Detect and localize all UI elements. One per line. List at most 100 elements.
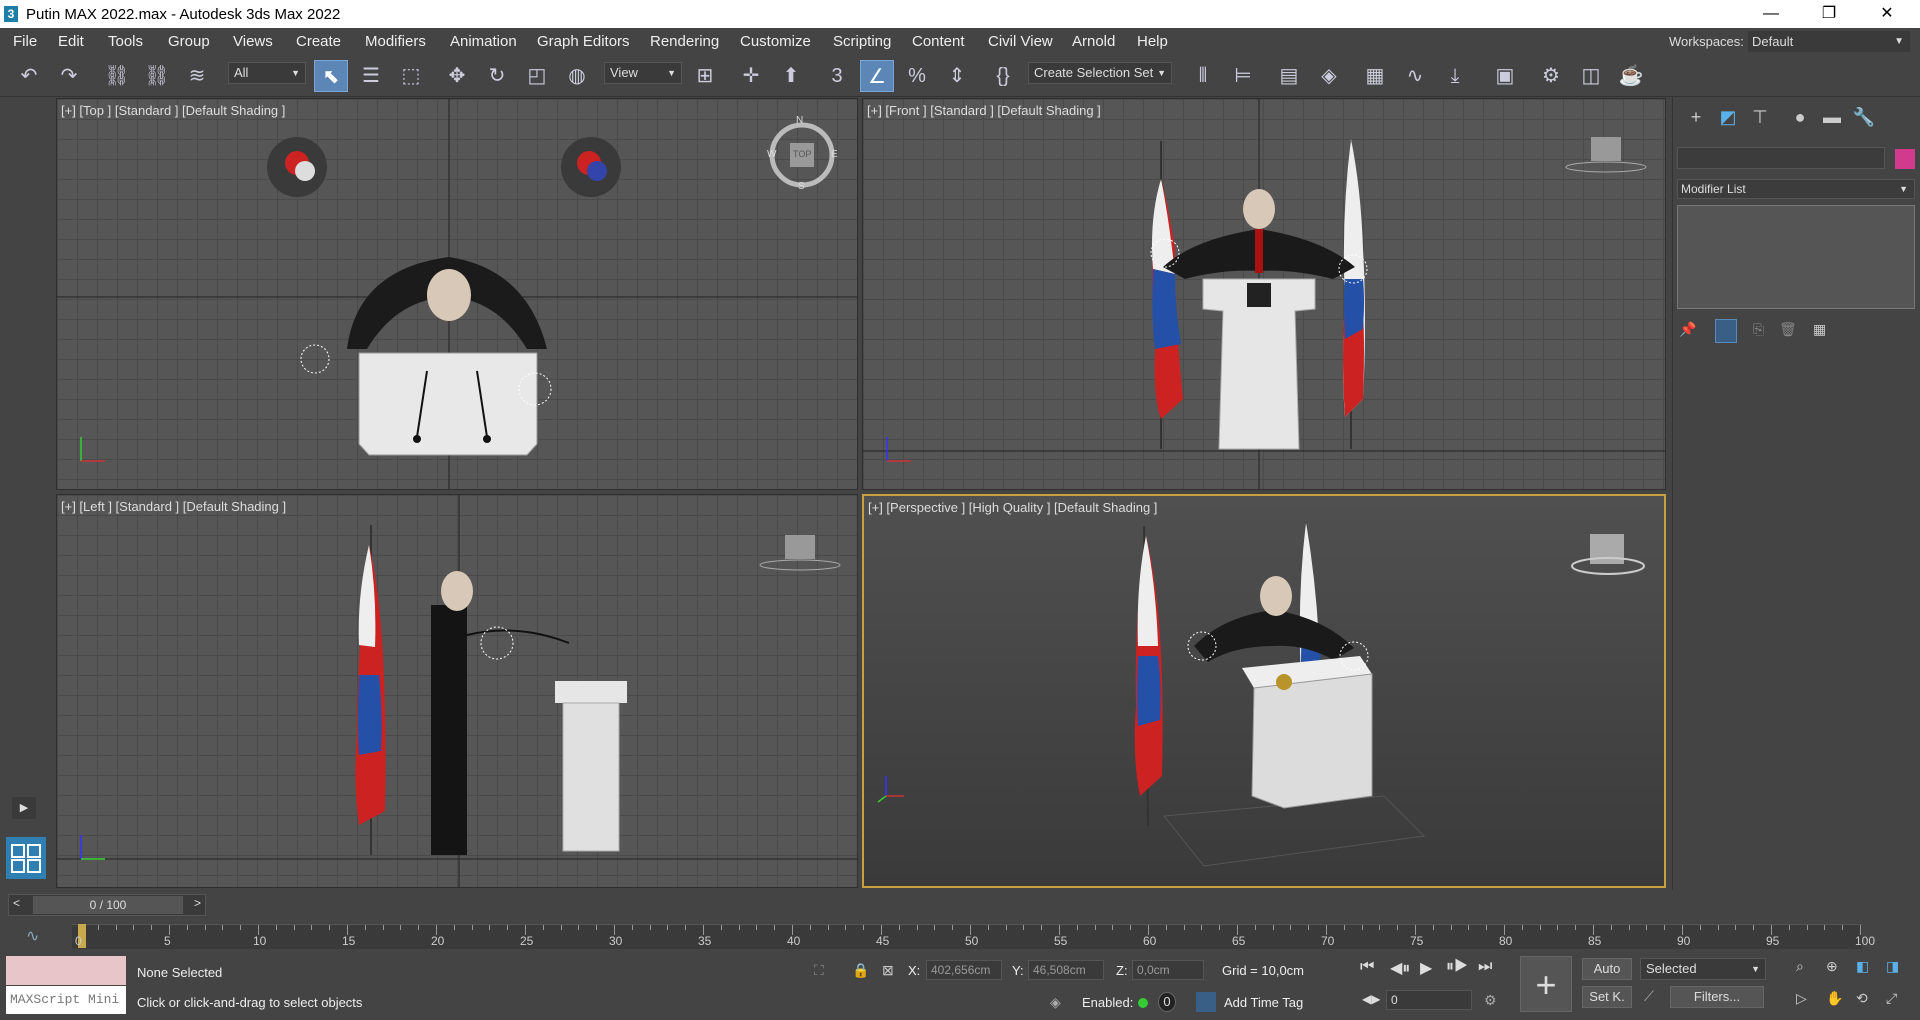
select-object-icon[interactable]: ⬉: [314, 60, 348, 92]
named-selection-set-dropdown[interactable]: Create Selection Set ▼: [1028, 62, 1172, 84]
viewport-label-top[interactable]: [+] [Top ] [Standard ] [Default Shading …: [61, 103, 285, 118]
undo-icon[interactable]: ↶: [12, 60, 46, 92]
menu-graph-editors[interactable]: Graph Editors: [537, 33, 630, 50]
next-frame-button[interactable]: >: [194, 896, 201, 910]
orbit-icon[interactable]: ⟲: [1856, 990, 1868, 1007]
current-frame-field[interactable]: 0: [1386, 990, 1472, 1010]
modifier-stack[interactable]: [1677, 205, 1915, 309]
previous-frame-icon[interactable]: ◀⏸: [1390, 958, 1410, 978]
link-icon[interactable]: ⛓: [100, 60, 134, 92]
set-key-icon[interactable]: +: [1520, 956, 1572, 1012]
zoom-extents-all-icon[interactable]: ◨: [1886, 958, 1899, 975]
menu-modifiers[interactable]: Modifiers: [365, 33, 426, 50]
isolate-selection-icon[interactable]: ⛶: [814, 962, 824, 979]
scale-icon[interactable]: ◰: [520, 60, 554, 92]
curve-editor-icon[interactable]: ∿: [1398, 60, 1432, 92]
modify-tab-icon[interactable]: ◩: [1713, 107, 1743, 133]
dope-sheet-icon[interactable]: ⤓: [1438, 60, 1472, 92]
zoom-icon[interactable]: ⌕: [1796, 958, 1804, 975]
ribbon-toggle-icon[interactable]: ▦: [1358, 60, 1392, 92]
motion-tab-icon[interactable]: ●: [1785, 107, 1815, 133]
absolute-mode-icon[interactable]: ⊠: [882, 962, 894, 979]
time-configuration-icon[interactable]: ⚙: [1484, 992, 1497, 1009]
maxscript-mini-input[interactable]: MAXScript Mini: [6, 986, 126, 1014]
viewport-label-front[interactable]: [+] [Front ] [Standard ] [Default Shadin…: [867, 103, 1101, 118]
render-production-icon[interactable]: ☕: [1614, 60, 1648, 92]
configure-modifier-sets-icon[interactable]: ▦: [1813, 321, 1826, 338]
spinner-snap-icon[interactable]: ⇕: [940, 60, 974, 92]
place-icon[interactable]: ◍: [560, 60, 594, 92]
zoom-all-icon[interactable]: ⊕: [1826, 958, 1838, 975]
redo-icon[interactable]: ↷: [52, 60, 86, 92]
key-mode-icon[interactable]: ◀▶: [1362, 992, 1380, 1006]
layer-explorer-icon[interactable]: ◈: [1312, 60, 1346, 92]
key-filter-dropdown[interactable]: Selected ▼: [1640, 958, 1766, 980]
viewport-perspective[interactable]: [+] [Perspective ] [High Quality ] [Defa…: [862, 494, 1666, 888]
material-editor-icon[interactable]: ▣: [1488, 60, 1522, 92]
z-coordinate-field[interactable]: 0,0cm: [1132, 960, 1204, 980]
viewport-layout-icon[interactable]: [6, 837, 46, 879]
angle-snap-icon[interactable]: ∠: [860, 60, 894, 92]
y-coordinate-field[interactable]: 46,508cm: [1028, 960, 1104, 980]
menu-arnold[interactable]: Arnold: [1072, 33, 1115, 50]
default-tangents-icon[interactable]: ⟋: [1644, 988, 1654, 1005]
scene-explorer-icon[interactable]: ▤: [1272, 60, 1306, 92]
menu-create[interactable]: Create: [296, 33, 341, 50]
keyboard-shortcut-override-icon[interactable]: ⬆: [774, 60, 808, 92]
object-name-field[interactable]: [1677, 147, 1885, 169]
adaptive-degradation-icon[interactable]: ◈: [1050, 994, 1061, 1011]
rectangular-selection-icon[interactable]: ⬚: [394, 60, 428, 92]
curve-editor-mini-icon[interactable]: ∿: [26, 926, 39, 946]
next-frame-icon[interactable]: ⏸▶: [1446, 958, 1468, 976]
create-tab-icon[interactable]: +: [1681, 107, 1711, 133]
mirror-icon[interactable]: ⫴: [1186, 60, 1220, 92]
remove-modifier-icon[interactable]: 🗑: [1779, 321, 1797, 338]
menu-tools[interactable]: Tools: [108, 33, 143, 50]
maxscript-output[interactable]: [6, 956, 126, 985]
time-tag-icon[interactable]: [1196, 992, 1216, 1012]
close-button[interactable]: ✕: [1864, 0, 1910, 28]
utilities-tab-icon[interactable]: 🔧: [1849, 107, 1879, 133]
menu-content[interactable]: Content: [912, 33, 965, 50]
viewport-left[interactable]: [+] [Left ] [Standard ] [Default Shading…: [56, 494, 858, 888]
menu-help[interactable]: Help: [1137, 33, 1168, 50]
maxscript-listener[interactable]: MAXScript Mini: [6, 956, 126, 1014]
rendered-frame-window-icon[interactable]: ◫: [1574, 60, 1608, 92]
x-coordinate-field[interactable]: 402,656cm: [926, 960, 1002, 980]
field-of-view-icon[interactable]: ▷: [1796, 990, 1807, 1007]
menu-edit[interactable]: Edit: [58, 33, 84, 50]
menu-views[interactable]: Views: [233, 33, 273, 50]
select-manipulate-icon[interactable]: ✛: [734, 60, 768, 92]
play-icon[interactable]: ▶: [1420, 958, 1432, 978]
selection-lock-icon[interactable]: 🔒: [852, 962, 869, 979]
go-to-end-icon[interactable]: ⏭: [1478, 958, 1492, 976]
maximize-viewport-icon[interactable]: ⤢: [1886, 990, 1897, 1007]
object-color-swatch[interactable]: [1895, 149, 1915, 169]
menu-civil-view[interactable]: Civil View: [988, 33, 1053, 50]
pivot-center-icon[interactable]: ⊞: [688, 60, 722, 92]
enabled-value[interactable]: 0: [1158, 992, 1176, 1012]
selection-filter-dropdown[interactable]: All ▼: [228, 62, 306, 84]
bind-spacewarp-icon[interactable]: ≋: [180, 60, 214, 92]
unlink-icon[interactable]: ⛓: [140, 60, 174, 92]
minimize-button[interactable]: —: [1748, 0, 1794, 28]
auto-key-button[interactable]: Auto: [1582, 958, 1632, 980]
edit-named-selection-icon[interactable]: {}: [986, 60, 1020, 92]
restore-button[interactable]: ❐: [1806, 0, 1852, 28]
menu-scripting[interactable]: Scripting: [833, 33, 891, 50]
show-end-result-icon[interactable]: [1715, 319, 1737, 343]
add-time-tag[interactable]: Add Time Tag: [1224, 995, 1303, 1010]
modifier-list-dropdown[interactable]: Modifier List ▼: [1677, 179, 1915, 199]
make-unique-icon[interactable]: ⎘: [1753, 321, 1764, 338]
expand-arrow-icon[interactable]: ▶: [12, 797, 36, 819]
pin-stack-icon[interactable]: 📌: [1679, 321, 1696, 338]
rotate-icon[interactable]: ↻: [480, 60, 514, 92]
viewcube-face[interactable]: TOP: [793, 149, 811, 159]
workspaces-dropdown[interactable]: Default ▼: [1748, 31, 1910, 52]
reference-coordinate-dropdown[interactable]: View ▼: [604, 62, 682, 84]
snaps-toggle-icon[interactable]: 3: [820, 60, 854, 92]
go-to-start-icon[interactable]: ⏮: [1360, 958, 1374, 976]
key-filters-button[interactable]: Filters...: [1670, 986, 1764, 1008]
time-slider[interactable]: < 0 / 100 >: [8, 894, 206, 916]
frame-display[interactable]: 0 / 100: [33, 896, 183, 914]
